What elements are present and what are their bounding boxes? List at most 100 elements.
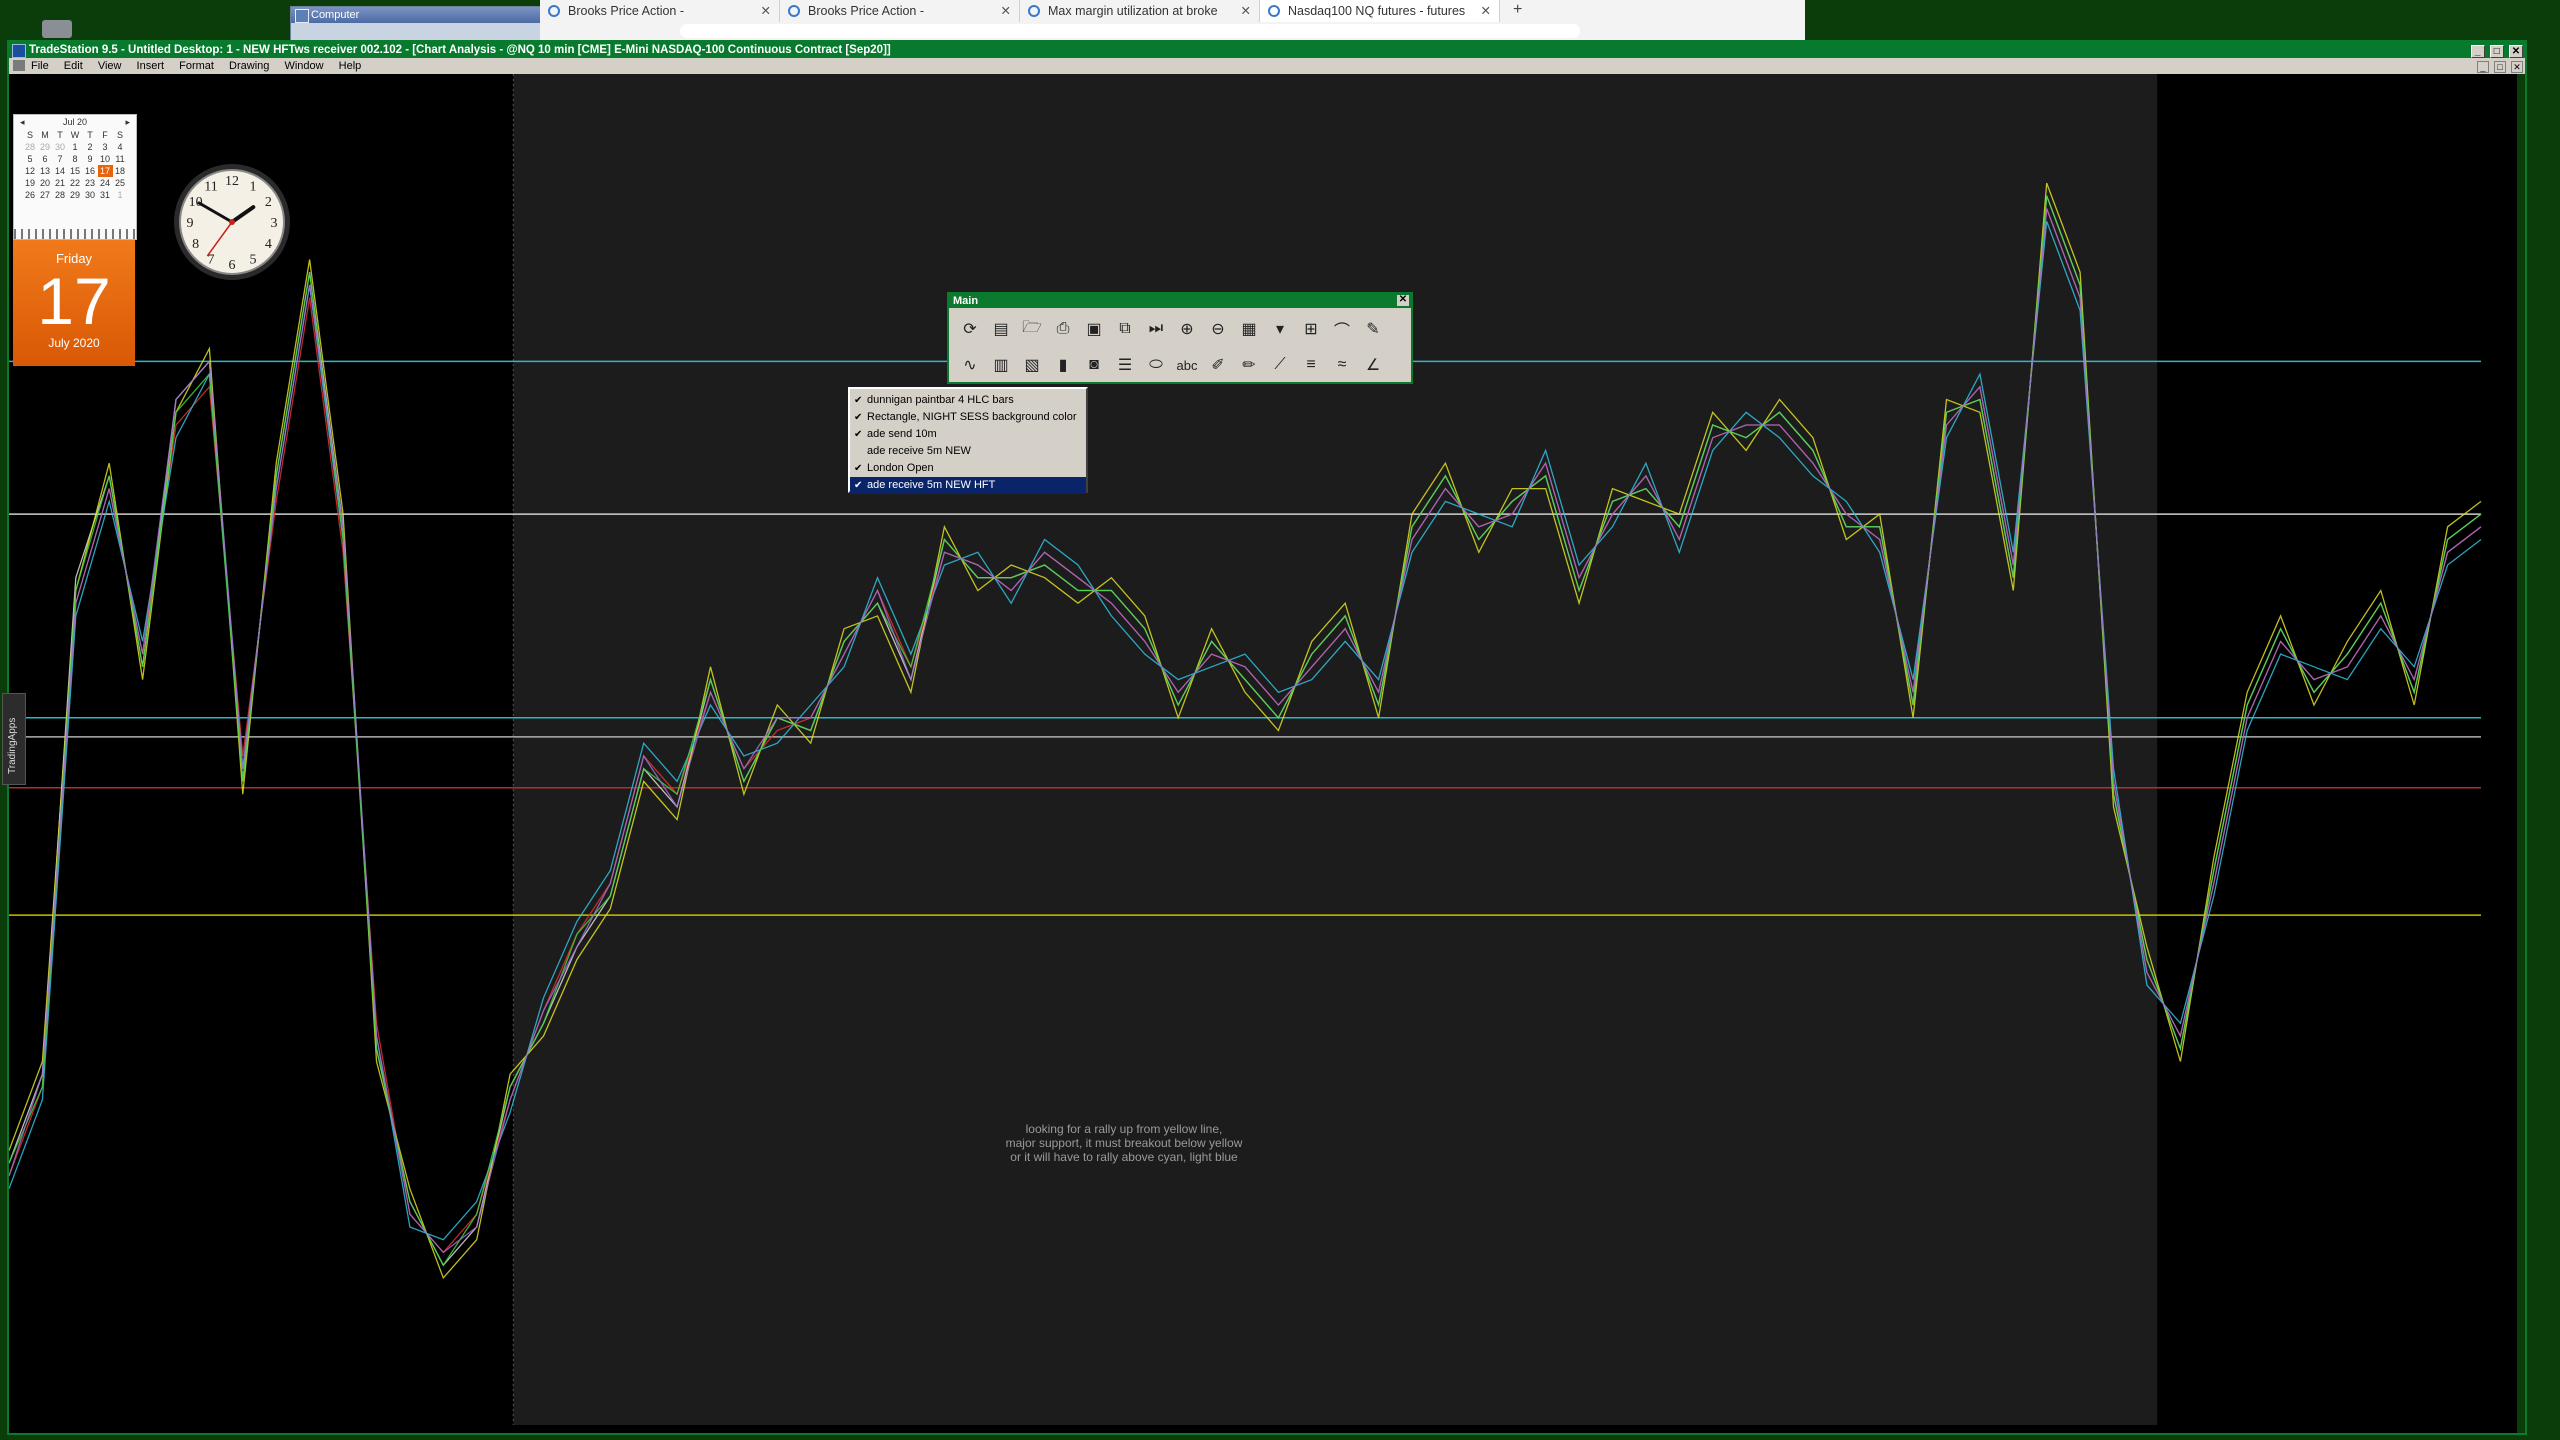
calendar-day[interactable]: 14 (53, 165, 68, 177)
calendar-day[interactable]: 6 (38, 153, 53, 165)
indicator-item[interactable]: ✔ ade send 10m (850, 426, 1086, 443)
system-menu-icon[interactable] (13, 60, 25, 71)
calendar-day[interactable]: 21 (53, 177, 68, 189)
menu-file[interactable]: File (31, 60, 49, 72)
calendar-day[interactable]: 27 (38, 189, 53, 201)
ellipse-icon[interactable]: ⬭ (1143, 352, 1169, 378)
copy-page-icon[interactable]: ⧉ (1112, 316, 1138, 342)
menu-format[interactable]: Format (179, 60, 214, 72)
calendar-day[interactable]: 4 (113, 141, 128, 153)
minimize-button[interactable]: _ (2470, 45, 2485, 58)
calendar-day-today[interactable]: 17 (97, 165, 113, 177)
date-card[interactable]: Friday 17 July 2020 (13, 240, 135, 366)
calendar-day[interactable]: 29 (38, 141, 53, 153)
indicator-item[interactable]: ✔ London Open (850, 460, 1086, 477)
maximize-button[interactable]: □ (2489, 45, 2504, 58)
camera-icon[interactable]: ◙ (1081, 352, 1107, 378)
tradingapps-tab[interactable]: TradingApps (2, 693, 26, 785)
indicator-list-popup[interactable]: ✔ dunnigan paintbar 4 HLC bars ✔ Rectang… (848, 387, 1088, 494)
zoom-out-icon[interactable]: ⊖ (1205, 316, 1231, 342)
calendar-gadget[interactable]: ◂ Jul 20 ▸ S M T W T F S 28 29 30 1 2 3 … (13, 114, 137, 240)
tab-close-icon[interactable]: ✕ (1241, 0, 1251, 22)
highlighter-icon[interactable]: ✐ (1205, 352, 1231, 378)
child-restore-button[interactable]: □ (2493, 61, 2506, 73)
tools-icon[interactable]: ✎ (1360, 316, 1386, 342)
calendar-day[interactable]: 15 (68, 165, 83, 177)
table-icon[interactable]: ⊞ (1298, 316, 1324, 342)
indicator-icon[interactable]: ∿ (957, 352, 983, 378)
browser-tab-2[interactable]: Brooks Price Action - ✕ (780, 0, 1020, 22)
calendar-day[interactable]: 28 (23, 141, 38, 153)
prev-month-icon[interactable]: ◂ (20, 115, 25, 129)
calendar-day[interactable]: 31 (98, 189, 113, 201)
fib-icon[interactable]: ≡ (1298, 352, 1324, 378)
calendar-day[interactable]: 26 (23, 189, 38, 201)
new-tab-button[interactable]: + (1513, 0, 1522, 20)
calendar-day[interactable]: 16 (83, 165, 98, 177)
menu-insert[interactable]: Insert (137, 60, 165, 72)
window-icon[interactable]: ▤ (988, 316, 1014, 342)
browser-tab-4[interactable]: Nasdaq100 NQ futures - futures ✕ (1260, 0, 1500, 22)
calendar-day[interactable]: 3 (98, 141, 113, 153)
calendar-day[interactable]: 25 (113, 177, 128, 189)
trendline-icon[interactable]: ⟋ (1267, 352, 1293, 378)
save-icon[interactable]: ▣ (1081, 316, 1107, 342)
recycle-bin-icon[interactable] (42, 20, 72, 38)
menu-view[interactable]: View (98, 60, 122, 72)
calendar-day[interactable]: 1 (68, 141, 83, 153)
child-minimize-button[interactable]: _ (2476, 61, 2489, 73)
pencil-icon[interactable]: ✏ (1236, 352, 1262, 378)
play-end-icon[interactable]: ⏭ (1143, 316, 1169, 342)
format-icon[interactable]: ▧ (1019, 352, 1045, 378)
price-chart[interactable] (9, 74, 2511, 1425)
browser-tab-3[interactable]: Max margin utilization at broke ✕ (1020, 0, 1260, 22)
lines-icon[interactable]: ☰ (1112, 352, 1138, 378)
next-month-icon[interactable]: ▸ (125, 115, 130, 129)
color-bars-icon[interactable]: ▮ (1050, 352, 1076, 378)
indicator-item[interactable]: ✔ Rectangle, NIGHT SESS background color (850, 409, 1086, 426)
calendar-day[interactable]: 2 (83, 141, 98, 153)
chart-area[interactable] (9, 74, 2517, 1425)
calendar-day[interactable]: 30 (83, 189, 98, 201)
chart-annotation-text[interactable]: looking for a rally up from yellow line,… (964, 1122, 1284, 1164)
indicator-item[interactable]: ✔ dunnigan paintbar 4 HLC bars (850, 392, 1086, 409)
calendar-day[interactable]: 20 (38, 177, 53, 189)
wave-icon[interactable]: ≈ (1329, 352, 1355, 378)
calendar-day[interactable]: 29 (68, 189, 83, 201)
calendar-day[interactable]: 23 (83, 177, 98, 189)
calendar-day[interactable]: 30 (53, 141, 68, 153)
indicator-item[interactable]: ade receive 5m NEW (850, 443, 1086, 460)
toolbar-close-button[interactable]: ✕ (1397, 295, 1409, 306)
calendar-day[interactable]: 28 (53, 189, 68, 201)
menu-help[interactable]: Help (339, 60, 362, 72)
calendar-day[interactable]: 7 (53, 153, 68, 165)
calendar-day[interactable]: 5 (23, 153, 38, 165)
menu-edit[interactable]: Edit (64, 60, 83, 72)
calendar-day[interactable]: 1 (113, 189, 128, 201)
calendar-day[interactable]: 9 (83, 153, 98, 165)
print-icon[interactable]: ⎙ (1050, 316, 1076, 342)
tab-close-icon[interactable]: ✕ (1481, 0, 1491, 22)
chart-settings-icon[interactable]: ▥ (988, 352, 1014, 378)
menu-drawing[interactable]: Drawing (229, 60, 269, 72)
calendar-day[interactable]: 12 (23, 165, 38, 177)
calendar-day[interactable]: 11 (113, 153, 128, 165)
curve-icon[interactable]: ⌒ (1329, 316, 1355, 342)
calendar-day[interactable]: 13 (38, 165, 53, 177)
computer-window[interactable]: Computer (290, 6, 542, 42)
calendar-day[interactable]: 22 (68, 177, 83, 189)
open-folder-icon[interactable]: 🗁 (1019, 316, 1045, 342)
address-bar[interactable] (680, 24, 1580, 38)
tab-close-icon[interactable]: ✕ (1001, 0, 1011, 22)
close-button[interactable]: ✕ (2509, 45, 2523, 58)
calendar-day[interactable]: 10 (98, 153, 113, 165)
refresh-icon[interactable]: ⟳ (957, 316, 983, 342)
angle-icon[interactable]: ∠ (1360, 352, 1386, 378)
calendar-day[interactable]: 24 (98, 177, 113, 189)
indicator-item-selected[interactable]: ✔ ade receive 5m NEW HFT (850, 477, 1086, 494)
color-grid-icon[interactable]: ▦ (1236, 316, 1262, 342)
calendar-day[interactable]: 8 (68, 153, 83, 165)
browser-tab-1[interactable]: Brooks Price Action - ✕ (540, 0, 780, 22)
main-toolbar[interactable]: Main ✕ ⟳ ▤ 🗁 ⎙ ▣ ⧉ ⏭ ⊕ ⊖ ▦ ▾ ⊞ ⌒ ✎ ∿ ▥ ▧ ▮ ◙ ☰ ⬭ abc ✐ ✏ ⟋ ≡ ≈ ∠ (947, 292, 1413, 384)
child-close-button[interactable]: ✕ (2511, 61, 2523, 73)
